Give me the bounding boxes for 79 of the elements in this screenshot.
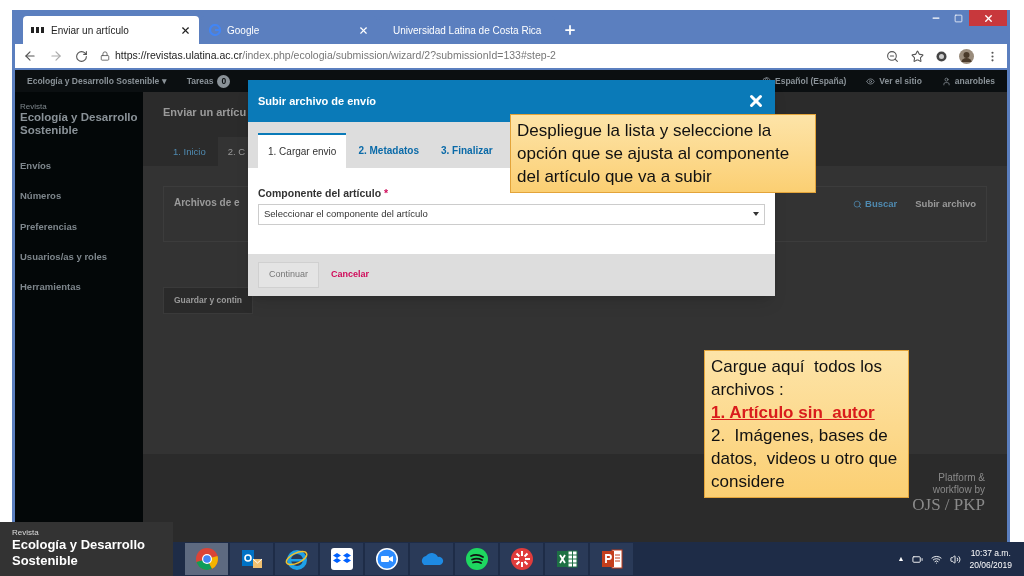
close-icon [982,12,994,24]
user-icon [941,76,951,86]
tab-title: Google [227,23,261,38]
zoom-icon[interactable] [886,49,899,63]
dialog-tab[interactable]: 1. Cargar envio [258,133,347,168]
dropdown-arrow-icon [753,212,759,217]
upload-link[interactable]: Subir archivo [915,197,976,212]
footer-text: workflow by [932,484,985,496]
sidebar-item[interactable]: Números [20,189,138,204]
taskbar-app-button[interactable] [275,543,318,575]
taskbar-app-button[interactable] [365,543,408,575]
sidebar-kicker: Revista [20,102,48,111]
dialog-title: Subir archivo de envío [258,93,376,109]
globe-e-icon [284,547,309,571]
close-window-button[interactable] [969,10,1007,26]
dropbox-icon [329,547,354,571]
pkp-logo-icon [31,26,45,34]
extension-icon[interactable] [936,50,947,62]
bookmark-star-icon[interactable] [911,49,924,63]
taskbar-app-button[interactable] [545,543,588,575]
callout-text: 1. Artículo sin autor [711,402,876,424]
task-count: 0 [217,74,231,88]
spreadsheet-icon [554,547,579,571]
cancel-link[interactable]: Cancelar [331,268,370,282]
sidebar-item[interactable]: Envíos [20,159,138,174]
page-title: Enviar un artícu [163,105,248,120]
network-icon[interactable] [931,553,943,565]
presentation-icon [599,547,624,571]
reload-icon[interactable] [75,49,88,63]
view-site-link[interactable]: Ver el sitio [866,74,922,88]
callout-text: Cargue aquí todos los archivos : [711,356,884,401]
browser-tab[interactable]: Enviar un artículo [23,16,199,44]
lock-icon [100,51,110,61]
video-camera-icon [374,547,399,571]
footer-text: Platform & [938,472,985,484]
wizard-tab[interactable]: 1. Inicio [163,136,216,169]
search-link[interactable]: Buscar [853,197,898,212]
dialog-tab[interactable]: 3. Finalizar [430,133,503,168]
taskbar-app-button[interactable] [320,543,363,575]
footer-text: OJS / PKP [912,496,985,514]
label-kicker: Revista [12,528,40,537]
sound-waves-icon [464,547,489,571]
taskbar-app-button[interactable] [590,543,633,575]
sidebar-item[interactable]: Herramientas [20,280,138,295]
back-icon[interactable] [23,49,37,63]
component-select[interactable]: Seleccionar el componente del artículo [258,203,765,225]
clock[interactable]: 10:37 a.m. 20/06/2019 [969,547,1012,571]
volume-icon[interactable] [950,553,962,565]
battery-icon[interactable] [912,553,924,565]
callout-text: Despliegue la lista y seleccione la opción que se ajusta al componente del artículo que va a subir [517,120,791,188]
field-label: Componente del artículo * [258,186,390,201]
taskbar-app-button[interactable] [230,543,273,575]
tasks-link[interactable]: Tareas [186,74,214,88]
panel-title: Archivos de e [174,196,240,210]
burst-icon [509,547,534,571]
chrome-icon [194,547,219,571]
journal-menu[interactable]: Ecología y Desarrollo Sostenible ▾ [27,74,167,88]
mail-icon [239,547,264,571]
sidebar-item[interactable]: Usuarios/as y roles [20,249,138,264]
sidebar-journal-title: Ecología y Desarrollo Sostenible [20,111,138,137]
eye-icon [866,76,876,86]
label-title: Ecología y Desarrollo Sostenible [12,537,146,569]
close-icon[interactable] [747,92,765,110]
taskbar-app-button[interactable] [455,543,498,575]
url-text: https://revistas.ulatina.ac.cr/index.php/ecologia/submission/wizard/2?submissionId=133#step-2 [115,48,556,64]
dialog-tab[interactable]: 2. Metadatos [348,133,429,168]
tab-title: Enviar un artículo [51,23,130,38]
maximize-icon [953,13,963,23]
taskbar-app-button[interactable] [500,543,543,575]
search-icon [853,199,863,209]
close-tab-icon[interactable] [180,24,191,36]
sidebar-item[interactable]: Preferencias [20,219,138,234]
avatar-icon[interactable] [959,48,974,64]
google-icon [209,24,221,36]
save-continue-button[interactable]: Guardar y contin [163,287,253,314]
callout-text: 2. Imágenes, bases de datos, videos u otro que considere [711,425,899,493]
user-link[interactable]: anarobles [941,74,995,88]
tab-title: Universidad Latina de Costa Rica [393,23,542,38]
new-tab-icon[interactable] [563,23,577,37]
